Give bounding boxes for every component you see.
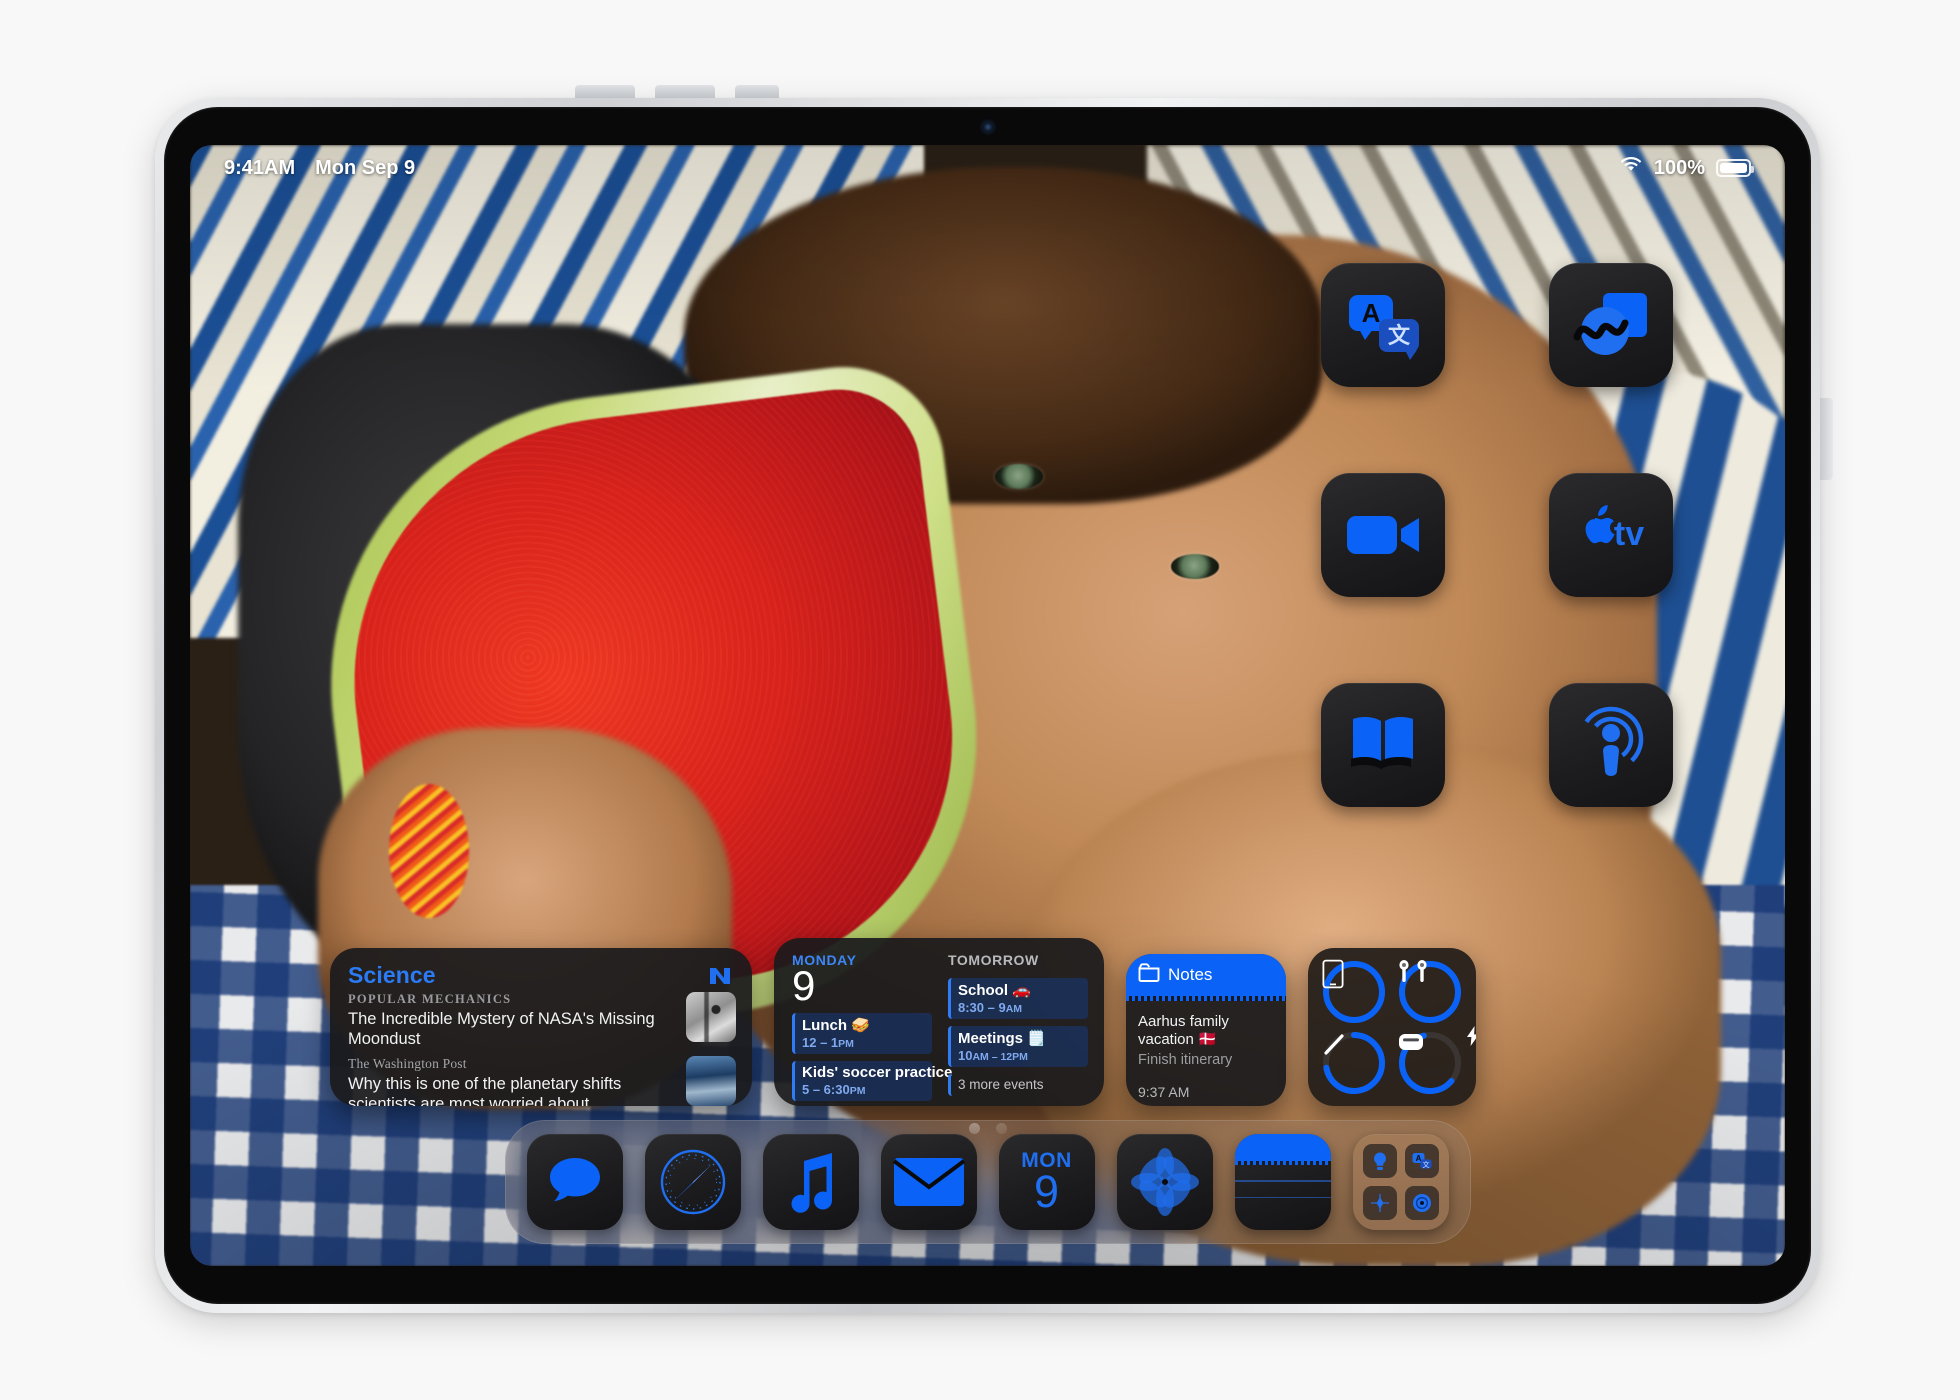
svg-text:文: 文 (1422, 1160, 1429, 1169)
dock-app-folder[interactable]: A 文 (1352, 1134, 1449, 1230)
calendar-event-time: 10AM – 12PM (958, 1048, 1028, 1063)
dock-app-messages[interactable] (526, 1134, 623, 1230)
wifi-icon (1619, 156, 1643, 180)
app-icon-podcasts[interactable] (1549, 683, 1673, 807)
front-camera-icon (982, 122, 993, 132)
dock-app-calendar[interactable]: MON 9 (998, 1134, 1095, 1230)
apple-news-icon (706, 962, 734, 995)
widget-notes[interactable]: Notes Aarhus family vacation 🇩🇰 Finish i… (1126, 954, 1286, 1106)
power-button[interactable] (1820, 398, 1833, 480)
widget-batteries[interactable] (1308, 948, 1476, 1106)
note-subtitle: Finish itinerary (1138, 1052, 1233, 1068)
dock-app-music[interactable] (762, 1134, 859, 1230)
note-timestamp: 9:37 AM (1138, 1084, 1190, 1100)
calendar-event-title: School 🚗 (958, 982, 1031, 999)
home-screen-app-grid: A 文 tv (1321, 263, 1673, 807)
dock-app-notes[interactable] (1234, 1134, 1331, 1230)
news-story-source: POPULAR MECHANICS (348, 992, 512, 1006)
battery-gauge-ipad (1321, 959, 1387, 1025)
notes-icon-line (1234, 1180, 1331, 1182)
apple-pencil-icon (1321, 1030, 1387, 1096)
battery-gauge-apple-pencil (1321, 1030, 1387, 1096)
camera-icon (1404, 1186, 1439, 1220)
ipad-icon (1321, 959, 1387, 1025)
battery-percent-label: 100% (1653, 156, 1705, 179)
status-bar-date: Mon Sep 9 (315, 156, 416, 179)
ice-photo-thumbnail (686, 1056, 736, 1106)
app-icon-translate[interactable]: A 文 (1321, 263, 1445, 387)
news-widget-title: Science (348, 962, 436, 988)
app-icon-apple-tv[interactable]: tv (1549, 473, 1673, 597)
widget-calendar[interactable]: MONDAY 9 Lunch 🥪 12 – 1PM Kids' soccer p… (774, 938, 1104, 1106)
dock-app-photos[interactable] (1116, 1134, 1213, 1230)
calendar-more-events[interactable]: 3 more events (948, 1074, 1088, 1096)
calendar-event[interactable]: Meetings 🗒️ 10AM – 12PM (948, 1026, 1088, 1067)
airpods-case-icon (1397, 1030, 1463, 1096)
calendar-today-number: 9 (792, 962, 816, 1009)
news-story-source: The Washington Post (348, 1056, 467, 1072)
tips-icon (1362, 1144, 1397, 1178)
widget-row: Science POPULAR MECHANICS The Incredible… (330, 938, 1675, 1106)
calendar-today-column: MONDAY 9 Lunch 🥪 12 – 1PM Kids' soccer p… (792, 952, 952, 1101)
calendar-event-title: Kids' soccer practice (802, 1063, 953, 1081)
status-bar: 9:41AM Mon Sep 9 100% (190, 145, 1785, 191)
app-icon-freeform[interactable] (1549, 263, 1673, 387)
app-icon-facetime[interactable] (1321, 473, 1445, 597)
volume-button-up[interactable] (575, 85, 635, 98)
device-bezel: 9:41AM Mon Sep 9 100% A 文 tv Science POP… (164, 107, 1811, 1304)
news-story-headline[interactable]: Why this is one of the planetary shifts … (348, 1074, 674, 1106)
notes-icon-header (1234, 1134, 1331, 1161)
svg-text:A: A (1362, 298, 1381, 328)
widget-news[interactable]: Science POPULAR MECHANICS The Incredible… (330, 948, 752, 1106)
top-button[interactable] (735, 85, 779, 98)
dock-app-safari[interactable] (644, 1134, 741, 1230)
notes-widget-body: Aarhus family vacation 🇩🇰 Finish itinera… (1126, 1001, 1286, 1100)
dock-calendar-day: 9 (1033, 1166, 1060, 1217)
calendar-event-time: 8:30 – 9AM (958, 1000, 1023, 1015)
calendar-tomorrow-column: TOMORROW School 🚗 8:30 – 9AM Meetings 🗒️ (948, 952, 1088, 1096)
app-icon-books[interactable] (1321, 683, 1445, 807)
folder-icon (1138, 963, 1160, 987)
calendar-event-title: Lunch 🥪 (802, 1016, 870, 1034)
ipad-screen: 9:41AM Mon Sep 9 100% A 文 tv Science POP… (190, 145, 1785, 1266)
calendar-event[interactable]: Kids' soccer practice 5 – 6:30PM (792, 1060, 953, 1101)
volume-button-down[interactable] (655, 85, 715, 98)
calendar-tomorrow-label: TOMORROW (948, 952, 1039, 968)
notes-icon-line (1234, 1196, 1331, 1198)
calendar-event[interactable]: School 🚗 8:30 – 9AM (948, 978, 1088, 1019)
svg-text:tv: tv (1614, 515, 1644, 553)
screenshot-stage: 9:41AM Mon Sep 9 100% A 文 tv Science POP… (0, 0, 1960, 1400)
notes-widget-title: Notes (1168, 965, 1213, 984)
moon-photo-thumbnail (686, 992, 736, 1042)
translate-icon: A 文 (1404, 1144, 1439, 1178)
status-bar-time: 9:41AM (224, 156, 296, 179)
calendar-event-title: Meetings 🗒️ (958, 1030, 1046, 1047)
calendar-event-time: 12 – 1PM (802, 1034, 854, 1050)
dock-app-mail[interactable] (880, 1134, 977, 1230)
battery-gauge-airpods (1397, 959, 1463, 1025)
calendar-event[interactable]: Lunch 🥪 12 – 1PM (792, 1012, 932, 1054)
measure-icon (1362, 1186, 1397, 1220)
airpods-icon (1397, 959, 1463, 1025)
dock: MON 9 A 文 (504, 1120, 1471, 1244)
calendar-event-time: 5 – 6:30PM (802, 1081, 866, 1097)
battery-gauge-airpods-case (1397, 1025, 1476, 1096)
battery-full-icon (1716, 159, 1754, 177)
ipad-device: 9:41AM Mon Sep 9 100% A 文 tv Science POP… (155, 85, 1833, 1313)
notes-widget-header: Notes (1126, 954, 1286, 996)
news-story-headline[interactable]: The Incredible Mystery of NASA's Missing… (348, 1009, 674, 1049)
note-title: Aarhus family vacation 🇩🇰 (1138, 1013, 1229, 1048)
svg-text:文: 文 (1388, 323, 1411, 348)
notes-icon-perforation (1234, 1161, 1331, 1165)
